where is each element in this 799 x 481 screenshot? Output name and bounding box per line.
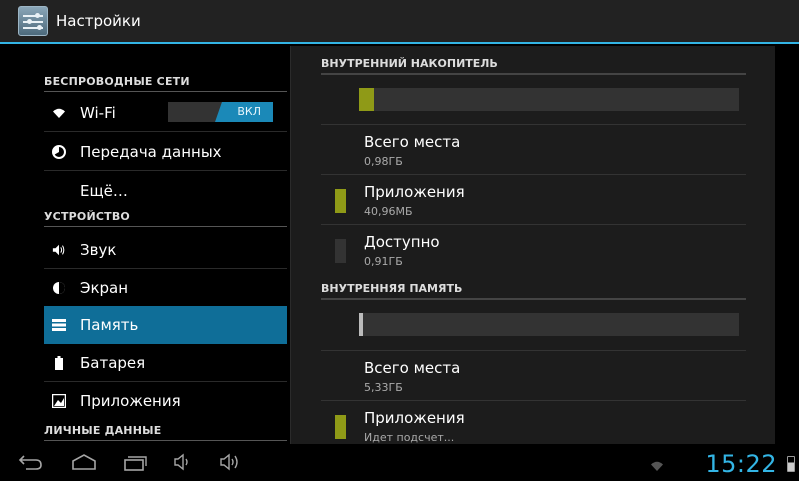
row-title: Доступно (364, 233, 440, 251)
section-divider (321, 73, 746, 75)
data-usage-icon (52, 144, 66, 159)
section-divider (321, 298, 746, 300)
divider (321, 174, 746, 175)
row-title: Всего места (364, 133, 461, 151)
header-divider (44, 226, 287, 227)
wifi-toggle[interactable]: ВКЛ (168, 102, 273, 122)
divider (321, 400, 746, 401)
sidebar-item-display[interactable]: Экран (44, 269, 287, 306)
header-divider (44, 91, 287, 92)
sidebar-item-more[interactable]: Ещё… (44, 172, 287, 209)
header-wireless: БЕСПРОВОДНЫЕ СЕТИ (44, 75, 190, 88)
home-icon[interactable] (70, 452, 98, 476)
sound-icon (52, 243, 66, 257)
row-value: 40,96МБ (364, 205, 413, 218)
display-icon (52, 281, 66, 295)
divider (44, 170, 287, 171)
usage-bar-internal-storage (359, 88, 739, 111)
row-value: 0,98ГБ (364, 155, 403, 168)
divider (44, 131, 287, 132)
sidebar-item-label: Wi-Fi (80, 103, 116, 122)
apps-color-swatch (335, 415, 346, 439)
settings-app-icon[interactable] (18, 6, 48, 36)
row-title: Приложения (364, 183, 465, 201)
sidebar-item-sound[interactable]: Звук (44, 231, 287, 268)
sidebar-item-label: Батарея (80, 353, 146, 372)
row-value: 5,33ГБ (364, 381, 403, 394)
header-device: УСТРОЙСТВО (44, 210, 130, 223)
available-color-swatch (335, 239, 346, 263)
row-value: 0,91ГБ (364, 255, 403, 268)
volume-down-icon[interactable] (172, 452, 192, 476)
row-title: Приложения (364, 409, 465, 427)
divider (321, 224, 746, 225)
row-value: Идет подсчет... (364, 431, 455, 444)
sidebar-item-battery[interactable]: Батарея (44, 344, 287, 381)
back-icon[interactable] (18, 452, 44, 476)
sidebar-item-label: Ещё… (80, 181, 128, 200)
wifi-icon (52, 106, 66, 120)
usage-bar-fill (359, 313, 363, 336)
wifi-signal-icon (650, 457, 664, 476)
page-title: Настройки (56, 12, 141, 30)
sidebar-item-storage[interactable]: Память (44, 306, 287, 344)
apps-icon (52, 393, 66, 408)
volume-up-icon[interactable] (218, 452, 242, 476)
sidebar-item-apps[interactable]: Приложения (44, 382, 287, 419)
storage-panel: ВНУТРЕННИЙ НАКОПИТЕЛЬ Всего места 0,98ГБ… (290, 46, 775, 444)
sidebar-item-label: Экран (80, 278, 129, 297)
apps-color-swatch (335, 189, 346, 213)
battery-icon (52, 355, 66, 370)
sidebar-item-label: Приложения (80, 391, 181, 410)
divider (321, 350, 746, 351)
system-bar: 15:22 (0, 444, 799, 481)
header-divider (44, 440, 287, 441)
section-header-internal-storage: ВНУТРЕННИЙ НАКОПИТЕЛЬ (321, 57, 498, 70)
storage-icon (52, 318, 66, 332)
sidebar-item-label: Передача данных (80, 142, 222, 161)
header-personal: ЛИЧНЫЕ ДАННЫЕ (44, 424, 162, 437)
usage-bar-internal-memory (359, 313, 739, 336)
battery-status-icon (787, 456, 795, 472)
action-bar: Настройки (0, 0, 799, 44)
sidebar-item-label: Звук (80, 240, 117, 259)
recent-apps-icon[interactable] (122, 452, 148, 476)
wifi-toggle-label: ВКЛ (237, 105, 261, 118)
sidebar-item-label: Память (80, 316, 139, 334)
divider (321, 124, 746, 125)
row-title: Всего места (364, 359, 461, 377)
section-header-internal-memory: ВНУТРЕННЯЯ ПАМЯТЬ (321, 282, 463, 295)
usage-bar-fill (359, 88, 375, 111)
clock: 15:22 (705, 450, 777, 478)
sidebar-item-data-usage[interactable]: Передача данных (44, 133, 287, 170)
